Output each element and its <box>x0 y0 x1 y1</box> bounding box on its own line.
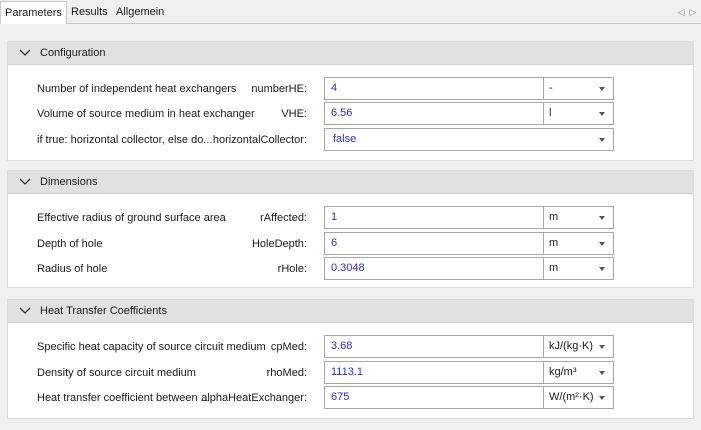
group-header-configuration[interactable]: Configuration <box>8 42 693 65</box>
param-description: Radius of hole <box>37 263 108 275</box>
param-row-cpMed: Specific heat capacity of source circuit… <box>8 335 693 359</box>
group-configuration: Configuration Number of independent heat… <box>7 41 694 161</box>
tab-bar: Parameters Results Allgemein ◁ ▷ <box>0 0 701 25</box>
param-row-rAffected: Effective radius of ground surface area … <box>8 206 693 230</box>
caret-down-icon <box>599 112 605 116</box>
numberHE-unit-select[interactable]: - <box>543 77 614 100</box>
unit-label: m <box>549 262 559 274</box>
param-name: horizontalCollector: <box>212 134 307 146</box>
param-row-numberHE: Number of independent heat exchangers nu… <box>8 77 693 101</box>
param-name: rHole: <box>277 263 307 275</box>
chevron-down-icon[interactable] <box>19 48 31 58</box>
param-name: rhoMed: <box>266 367 307 379</box>
chevron-right-icon[interactable]: ▷ <box>688 6 698 18</box>
group-dimensions: Dimensions Effective radius of ground su… <box>7 170 694 288</box>
unit-label: kg/m³ <box>549 366 577 378</box>
param-description: Number of independent heat exchangers <box>37 83 237 95</box>
alphaHeatExchanger-unit-select[interactable]: W/(m²·K) <box>543 386 614 409</box>
param-description: Heat transfer coefficient between ... <box>37 392 210 404</box>
group-title: Dimensions <box>40 176 98 188</box>
unit-label: m <box>549 211 559 223</box>
select-value: false <box>333 133 357 145</box>
caret-down-icon <box>599 87 605 91</box>
caret-down-icon <box>599 242 605 246</box>
chevron-left-icon[interactable]: ◁ <box>676 6 686 18</box>
rHole-unit-select[interactable]: m <box>543 257 614 280</box>
param-row-rhoMed: Density of source circuit medium rhoMed:… <box>8 361 693 385</box>
rhoMed-unit-select[interactable]: kg/m³ <box>543 361 614 384</box>
caret-down-icon <box>599 345 605 349</box>
parameters-panel: Configuration Number of independent heat… <box>0 24 701 430</box>
caret-down-icon <box>599 267 605 271</box>
group-header-heat-transfer[interactable]: Heat Transfer Coefficients <box>8 300 693 323</box>
param-description: Depth of hole <box>37 238 103 250</box>
param-row-VHE: Volume of source medium in heat exchange… <box>8 102 693 126</box>
param-name: VHE: <box>281 108 307 120</box>
caret-down-icon <box>599 216 605 220</box>
caret-down-icon <box>599 138 605 142</box>
param-name: alphaHeatExchanger: <box>201 392 307 404</box>
unit-label: - <box>549 82 553 94</box>
chevron-down-icon[interactable] <box>19 306 31 316</box>
param-name: HoleDepth: <box>251 238 307 250</box>
param-name: rAffected: <box>260 212 307 224</box>
HoleDepth-unit-select[interactable]: m <box>543 232 614 255</box>
param-name: numberHE: <box>251 83 307 95</box>
unit-label: l <box>549 107 552 119</box>
param-description: Density of source circuit medium <box>37 367 196 379</box>
caret-down-icon <box>599 396 605 400</box>
group-heat-transfer-coefficients: Heat Transfer Coefficients Specific heat… <box>7 299 694 419</box>
param-description: Specific heat capacity of source circuit… <box>37 341 266 353</box>
cpMed-unit-select[interactable]: kJ/(kg·K) <box>543 335 614 358</box>
tab-allgemein[interactable]: Allgemein <box>112 2 168 24</box>
param-name: cpMed: <box>270 341 307 353</box>
group-title: Configuration <box>40 47 106 59</box>
param-description: Effective radius of ground surface area <box>37 212 226 224</box>
param-row-HoleDepth: Depth of hole HoleDepth: 6 m <box>8 232 693 256</box>
unit-label: m <box>549 237 559 249</box>
param-description: if true: horizontal collector, else do..… <box>37 134 213 146</box>
tab-results[interactable]: Results <box>67 2 112 24</box>
caret-down-icon <box>599 371 605 375</box>
param-description: Volume of source medium in heat exchange… <box>37 108 255 120</box>
group-header-dimensions[interactable]: Dimensions <box>8 171 693 194</box>
tab-parameters[interactable]: Parameters <box>0 1 67 25</box>
group-title: Heat Transfer Coefficients <box>40 305 167 317</box>
chevron-down-icon[interactable] <box>19 177 31 187</box>
horizontalCollector-select[interactable]: false <box>324 128 614 151</box>
VHE-unit-select[interactable]: l <box>543 102 614 125</box>
rAffected-unit-select[interactable]: m <box>543 206 614 229</box>
param-row-horizontalCollector: if true: horizontal collector, else do..… <box>8 128 693 152</box>
unit-label: W/(m²·K) <box>549 391 594 403</box>
param-row-rHole: Radius of hole rHole: 0.3048 m <box>8 257 693 281</box>
unit-label: kJ/(kg·K) <box>549 340 593 352</box>
param-row-alphaHeatExchanger: Heat transfer coefficient between ... al… <box>8 386 693 410</box>
